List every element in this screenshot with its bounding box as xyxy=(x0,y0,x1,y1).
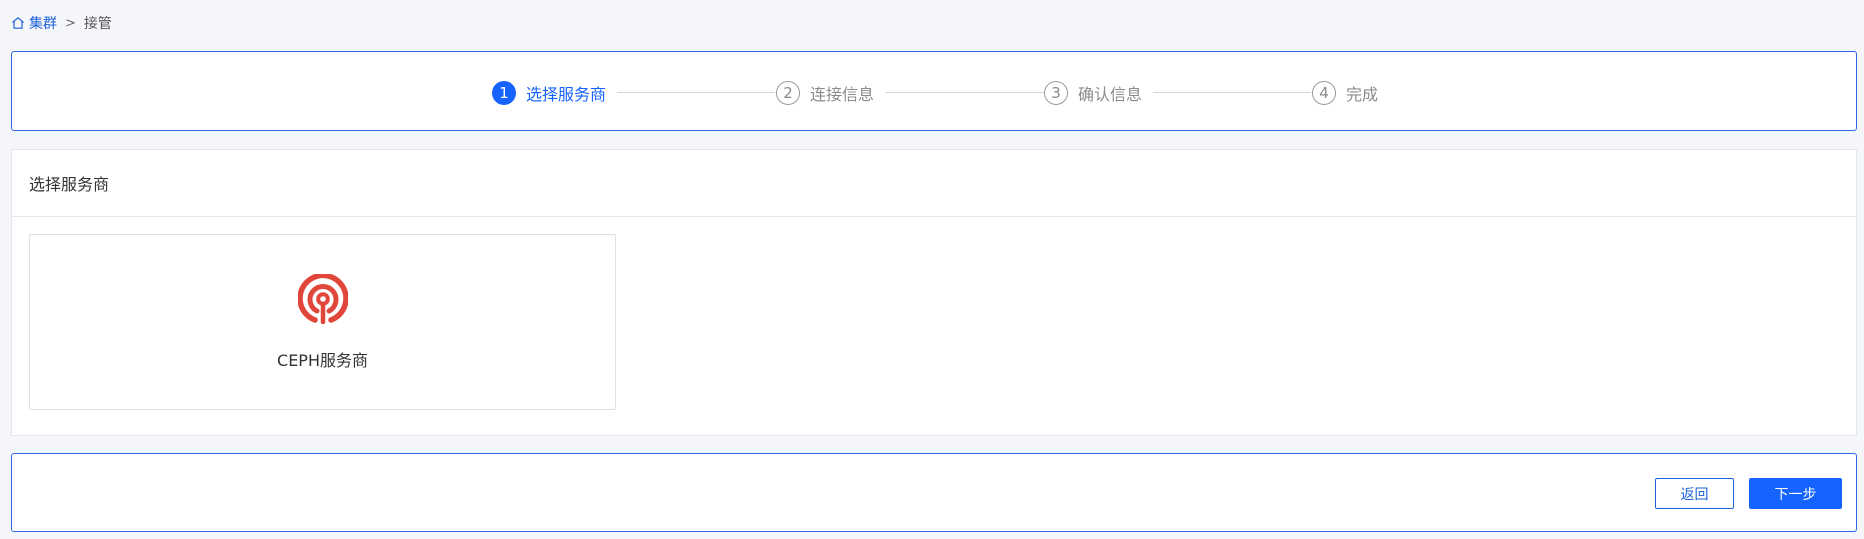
step-connector xyxy=(1153,92,1311,93)
breadcrumb-home-label: 集群 xyxy=(29,16,57,32)
step-select-provider: 1 选择服务商 xyxy=(492,80,606,106)
step-confirm-info: 3 确认信息 xyxy=(1044,80,1142,106)
breadcrumb: 集群 > 接管 xyxy=(11,13,112,33)
provider-option-ceph[interactable]: CEPH服务商 xyxy=(29,234,616,410)
step-connector xyxy=(885,92,1044,93)
step-number: 3 xyxy=(1044,81,1068,105)
step-label: 确认信息 xyxy=(1078,85,1143,104)
breadcrumb-separator: > xyxy=(65,15,76,31)
back-button[interactable]: 返回 xyxy=(1655,478,1734,509)
next-step-button[interactable]: 下一步 xyxy=(1749,478,1842,509)
step-label: 选择服务商 xyxy=(526,85,607,104)
step-number: 4 xyxy=(1312,81,1336,105)
steps-panel: 1 选择服务商 2 连接信息 3 确认信息 4 完成 xyxy=(11,51,1857,131)
step-number: 2 xyxy=(776,81,800,105)
provider-section-title: 选择服务商 xyxy=(12,150,1856,217)
step-complete: 4 完成 xyxy=(1312,80,1378,106)
step-connection-info: 2 连接信息 xyxy=(776,80,874,106)
breadcrumb-current: 接管 xyxy=(83,16,112,32)
footer-actions: 返回 下一步 xyxy=(11,453,1857,532)
step-connector xyxy=(617,92,775,93)
provider-section: 选择服务商 CEPH服务商 xyxy=(11,149,1857,436)
home-icon xyxy=(12,17,24,29)
breadcrumb-home-link[interactable]: 集群 xyxy=(11,13,57,33)
step-number: 1 xyxy=(492,81,516,105)
step-label: 完成 xyxy=(1346,85,1379,104)
ceph-logo-icon xyxy=(298,274,348,324)
provider-name: CEPH服务商 xyxy=(277,351,368,370)
step-label: 连接信息 xyxy=(810,85,875,104)
